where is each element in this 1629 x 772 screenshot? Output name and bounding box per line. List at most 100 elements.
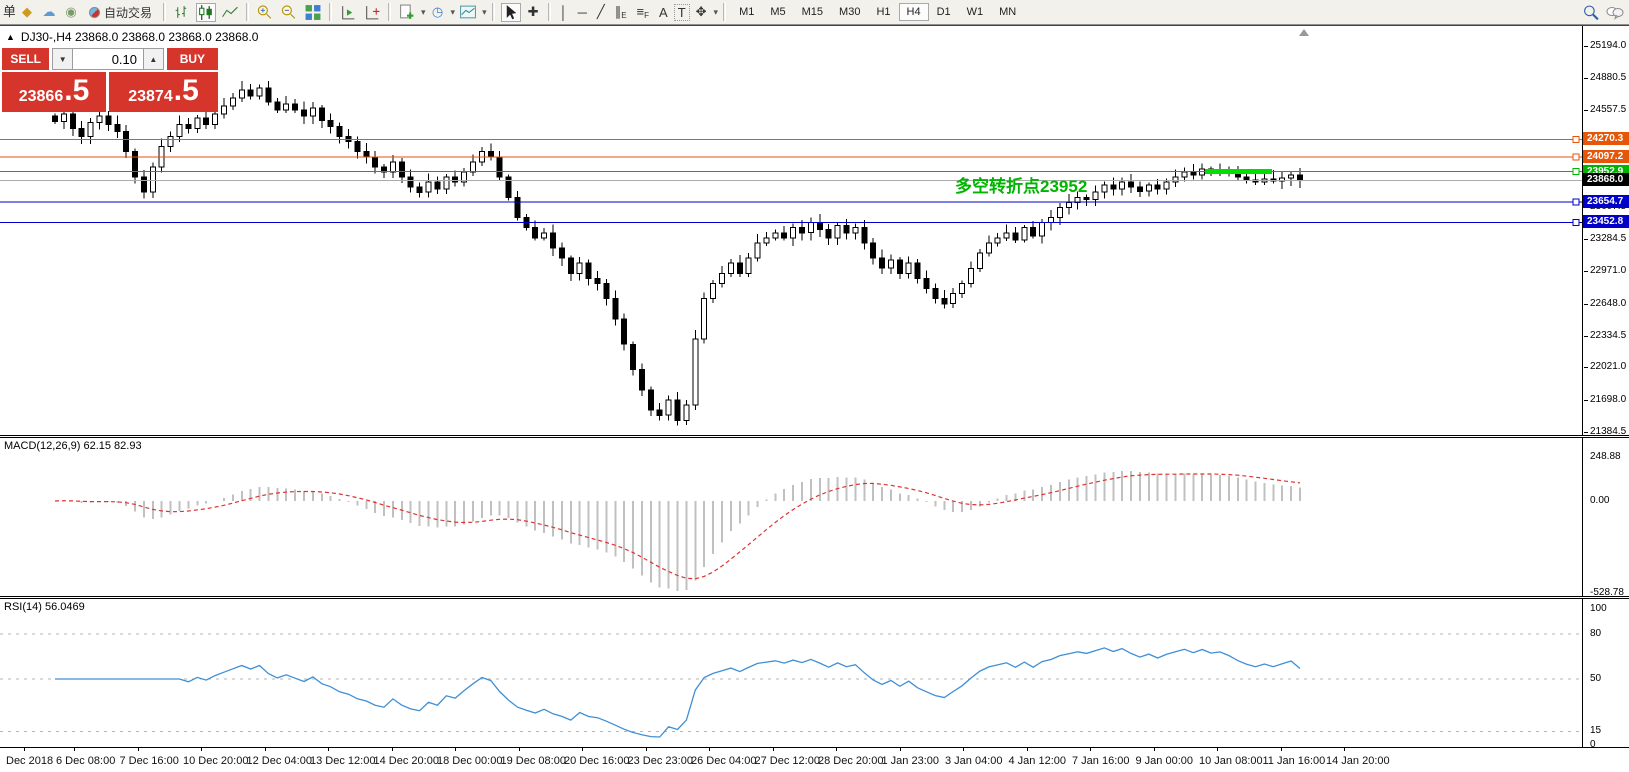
time-tick — [519, 748, 520, 751]
timeframe-h4[interactable]: H4 — [899, 3, 929, 21]
gold-icon[interactable]: ◆ — [17, 1, 37, 23]
rsi-axis-label: 100 — [1590, 603, 1607, 614]
sell-button[interactable]: SELL — [2, 48, 49, 70]
macd-pane[interactable] — [0, 438, 1582, 596]
timeframe-m1[interactable]: M1 — [731, 3, 762, 21]
community-icon[interactable]: ☁ — [39, 1, 59, 23]
panel-divider[interactable] — [0, 596, 1629, 599]
timeframe-d1[interactable]: D1 — [929, 3, 959, 21]
time-label: Dec 2018 — [6, 755, 53, 767]
time-axis[interactable]: Dec 20186 Dec 08:007 Dec 16:0010 Dec 20:… — [0, 747, 1629, 772]
time-label: 20 Dec 16:00 — [564, 755, 629, 767]
new-order-partial-label[interactable]: 单 — [3, 1, 15, 23]
buy-button[interactable]: BUY — [167, 48, 218, 70]
crosshair-icon[interactable]: ✚ — [524, 4, 543, 20]
price-tick: 22021.0 — [1583, 361, 1626, 373]
zoom-in-icon[interactable] — [256, 4, 274, 21]
time-label: 13 Dec 12:00 — [310, 755, 375, 767]
time-label: 18 Dec 00:00 — [437, 755, 502, 767]
text-tool-icon[interactable]: A — [655, 5, 672, 20]
time-label: 27 Dec 12:00 — [755, 755, 820, 767]
new-order-icon[interactable] — [398, 4, 416, 21]
trendline-tool-icon[interactable]: ╱ — [593, 4, 609, 20]
macd-axis-label: 248.88 — [1590, 451, 1621, 462]
bar-chart-icon[interactable] — [173, 4, 191, 21]
chat-icon[interactable] — [1606, 4, 1624, 21]
time-label: 14 Jan 20:00 — [1326, 755, 1390, 767]
autotrading-button[interactable]: 自动交易 — [83, 2, 158, 23]
text-label-tool-icon[interactable]: T — [674, 4, 690, 21]
indicators-dropdown-icon[interactable]: ▾ — [482, 7, 487, 18]
signal-icon[interactable]: ◉ — [61, 1, 81, 23]
panel-divider[interactable] — [0, 435, 1629, 438]
candlestick-chart-icon[interactable] — [197, 4, 215, 21]
sell-price-main: 23866 — [19, 88, 64, 106]
main-chart-pane[interactable] — [0, 26, 1582, 435]
chart-shift-marker — [1299, 29, 1309, 36]
time-label: 10 Dec 20:00 — [183, 755, 248, 767]
periods-dropdown-icon[interactable]: ▾ — [451, 7, 456, 18]
line-chart-icon[interactable] — [221, 4, 239, 21]
time-label: 23 Dec 23:00 — [628, 755, 693, 767]
time-label: 4 Jan 12:00 — [1009, 755, 1067, 767]
time-label: 3 Jan 04:00 — [945, 755, 1003, 767]
time-label: 12 Dec 04:00 — [247, 755, 312, 767]
time-tick — [963, 748, 964, 751]
price-tick: 24880.5 — [1583, 72, 1626, 84]
one-click-collapse-icon[interactable]: ▲ — [6, 32, 15, 42]
chart-title: ▲ DJ30-,H4 23868.0 23868.0 23868.0 23868… — [6, 30, 258, 44]
timeframe-h1[interactable]: H1 — [868, 3, 898, 21]
volume-up-button[interactable]: ▲ — [143, 48, 164, 70]
timeframe-m5[interactable]: M5 — [762, 3, 793, 21]
volume-input[interactable] — [73, 48, 143, 70]
time-tick — [1281, 748, 1282, 751]
time-label: 19 Dec 08:00 — [501, 755, 566, 767]
macd-axis-label: 0.00 — [1590, 495, 1609, 506]
time-tick — [646, 748, 647, 751]
vertical-line-tool-icon[interactable]: │ — [556, 5, 572, 20]
time-tick — [74, 748, 75, 751]
timeframe-w1[interactable]: W1 — [959, 3, 992, 21]
time-tick — [201, 748, 202, 751]
new-order-dropdown-icon[interactable]: ▾ — [421, 7, 426, 18]
autotrading-label: 自动交易 — [104, 4, 152, 21]
rsi-axis-label: 50 — [1590, 673, 1601, 684]
timeframe-mn[interactable]: MN — [991, 3, 1024, 21]
time-label: 10 Jan 08:00 — [1199, 755, 1263, 767]
periods-icon[interactable]: ◷ — [428, 1, 448, 23]
horizontal-line-tool-icon[interactable]: ─ — [574, 5, 591, 20]
rsi-pane[interactable] — [0, 599, 1582, 747]
arrows-tool-icon[interactable]: ✥ — [692, 4, 711, 20]
chart-shift-icon[interactable] — [363, 4, 381, 21]
time-tick — [138, 748, 139, 751]
zoom-out-icon[interactable] — [280, 4, 298, 21]
time-label: 11 Jan 16:00 — [1263, 755, 1326, 767]
indicators-icon[interactable] — [459, 4, 477, 21]
time-tick — [24, 748, 25, 751]
volume-down-button[interactable]: ▼ — [52, 48, 73, 70]
buy-price-main: 23874 — [128, 88, 173, 106]
time-tick — [328, 748, 329, 751]
time-tick — [1090, 748, 1091, 751]
search-icon[interactable] — [1582, 4, 1600, 21]
price-axis[interactable]: 25194.024880.524557.524244.023931.023607… — [1582, 26, 1629, 747]
time-label: 14 Dec 20:00 — [374, 755, 439, 767]
time-tick — [392, 748, 393, 751]
chart-title-text: DJ30-,H4 23868.0 23868.0 23868.0 23868.0 — [21, 30, 259, 44]
arrows-dropdown-icon[interactable]: ▾ — [714, 7, 719, 18]
timeframe-m30[interactable]: M30 — [831, 3, 868, 21]
pivot-annotation: 多空转折点23952 — [955, 172, 1087, 197]
tile-windows-icon[interactable] — [304, 4, 322, 21]
cursor-icon[interactable] — [502, 4, 520, 21]
time-tick — [709, 748, 710, 751]
chart-window: ▲ DJ30-,H4 23868.0 23868.0 23868.0 23868… — [0, 25, 1629, 772]
equidistant-channel-tool-icon[interactable]: ∥E — [611, 4, 631, 20]
time-tick — [265, 748, 266, 751]
buy-price-frac: .5 — [174, 72, 199, 110]
time-tick — [1027, 748, 1028, 751]
fibonacci-tool-icon[interactable]: ≡F — [633, 4, 653, 20]
rsi-label: RSI(14) 56.0469 — [4, 601, 85, 613]
time-tick — [836, 748, 837, 751]
auto-scroll-icon[interactable] — [339, 4, 357, 21]
timeframe-m15[interactable]: M15 — [794, 3, 831, 21]
